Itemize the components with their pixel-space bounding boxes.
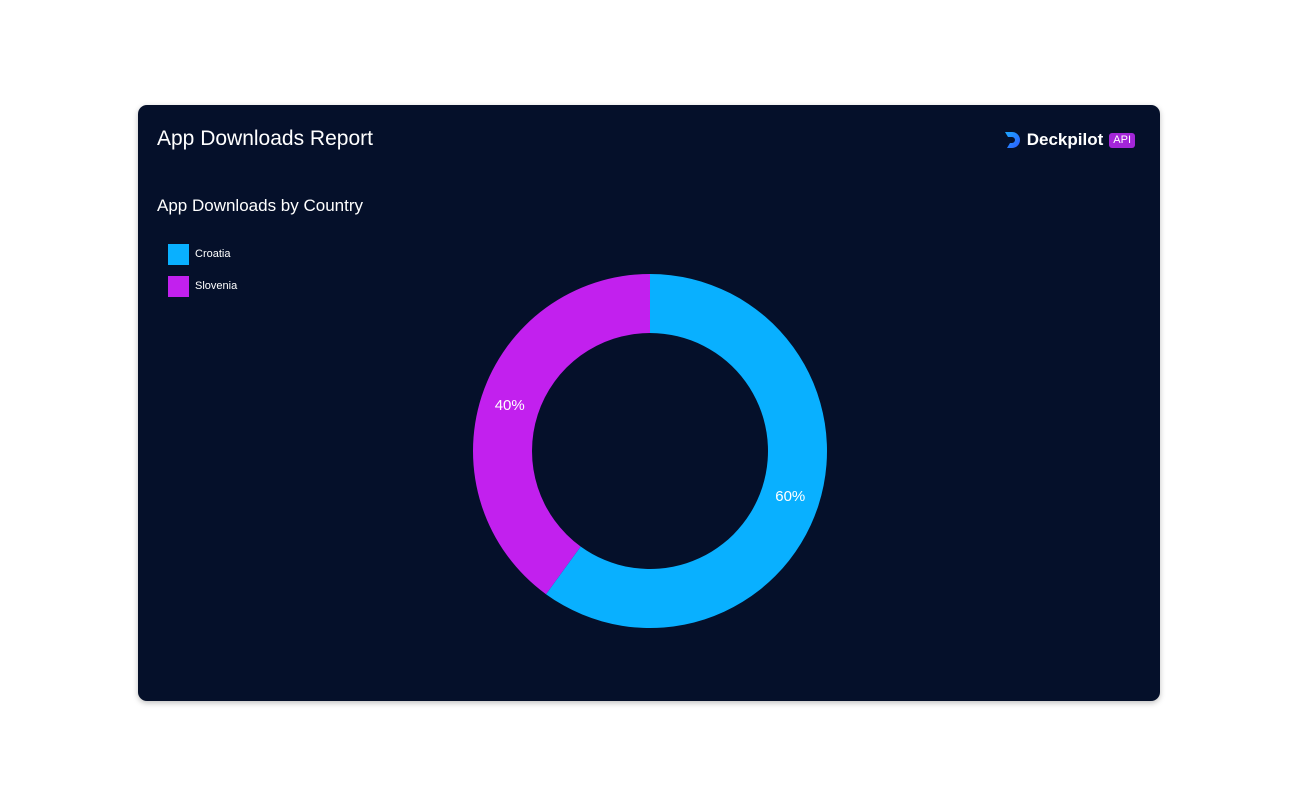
report-card: App Downloads Report Deckpilot API App D…: [138, 105, 1160, 701]
donut-chart: 60% 40%: [473, 274, 828, 629]
slice-label-slovenia: 40%: [495, 397, 525, 414]
donut-slice-slovenia[interactable]: [473, 274, 650, 595]
slice-label-croatia: 60%: [775, 488, 805, 505]
donut-slices: [473, 274, 828, 629]
donut-labels: 60% 40%: [495, 397, 806, 505]
